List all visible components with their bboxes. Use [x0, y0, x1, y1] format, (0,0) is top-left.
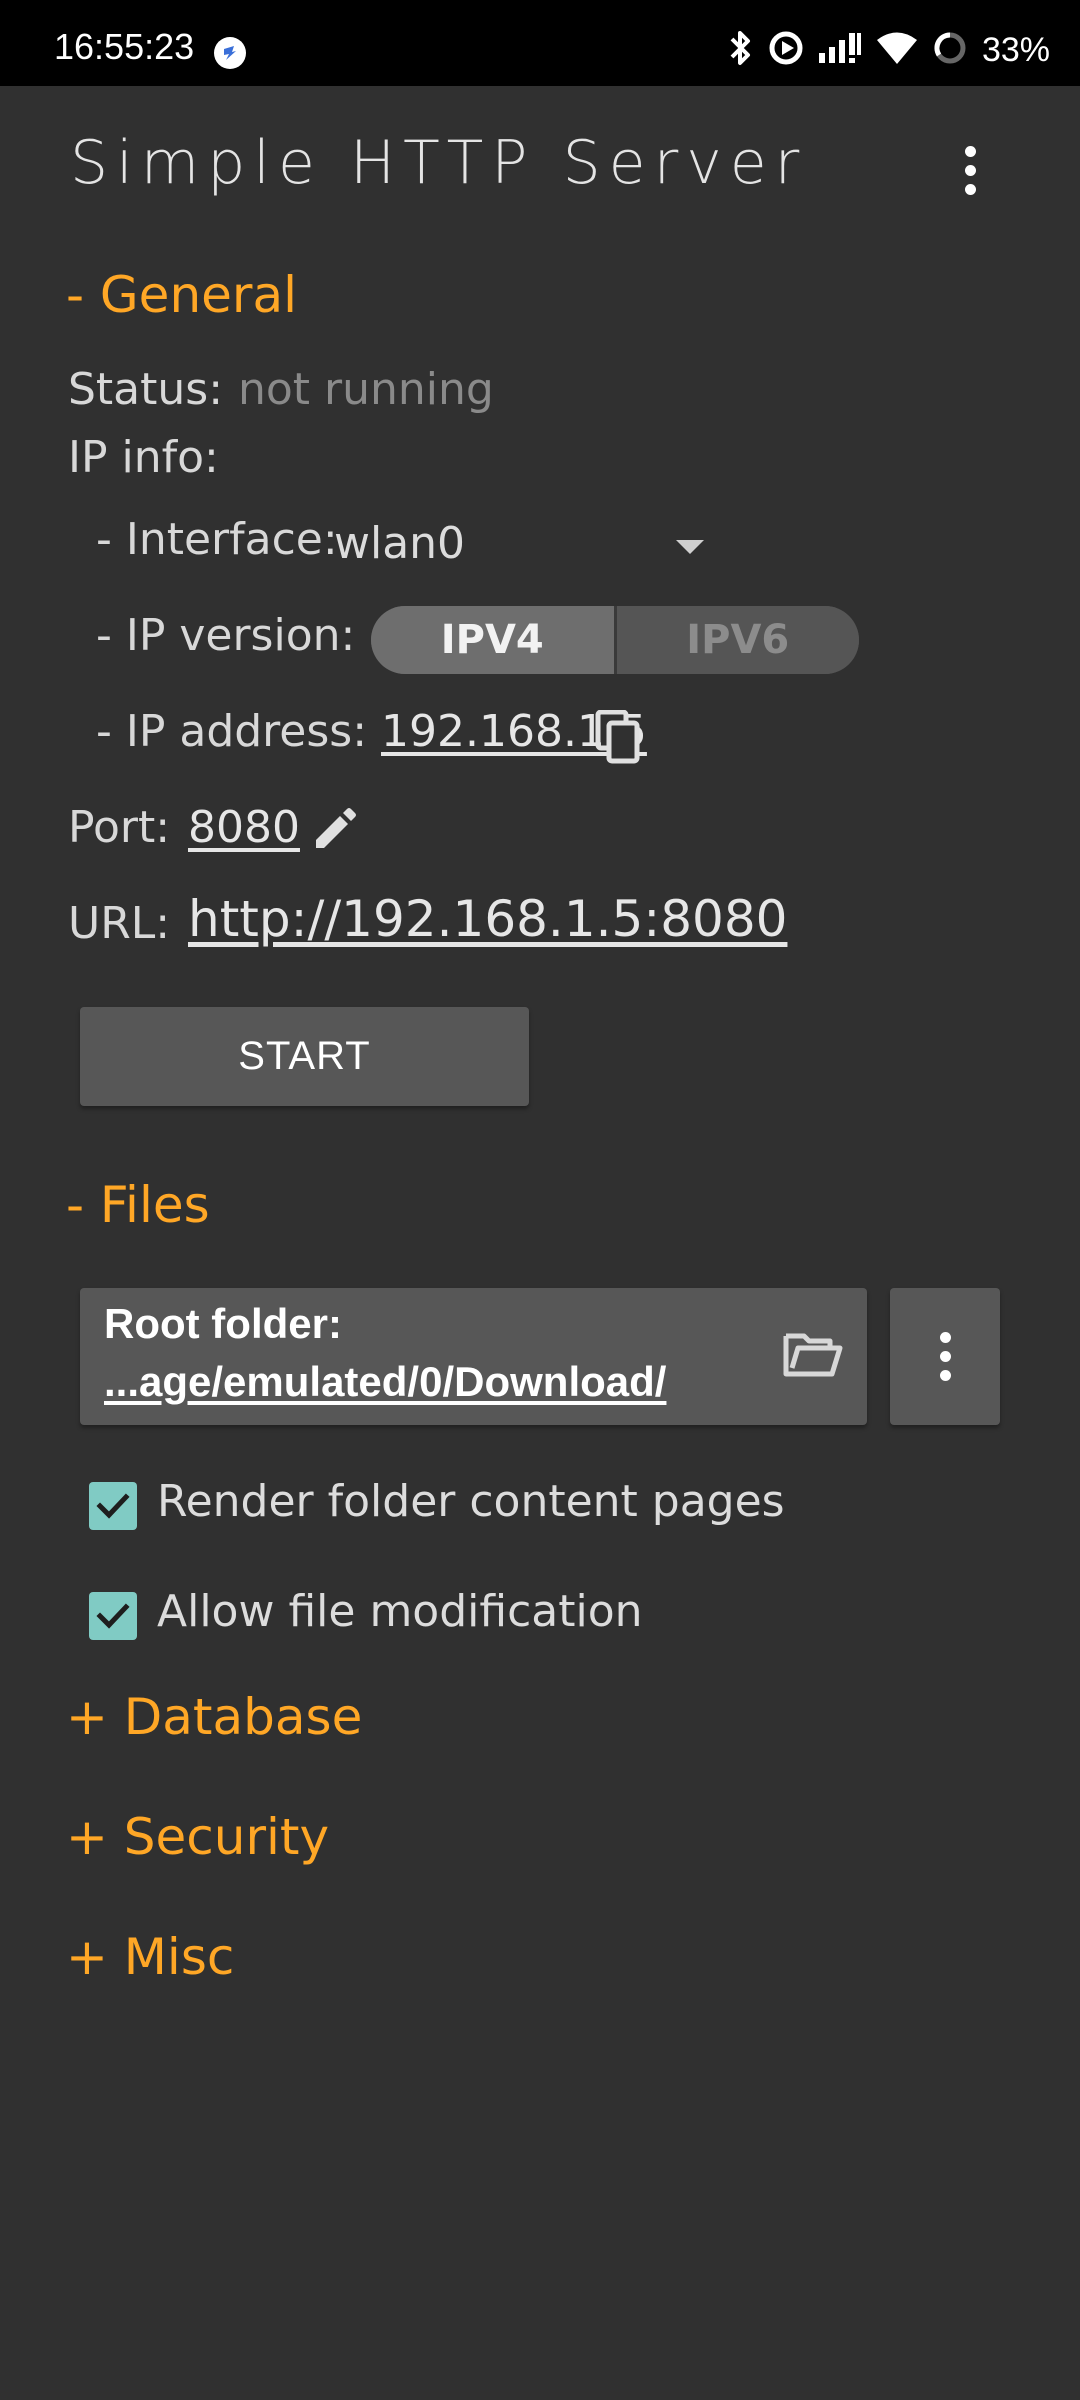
- ipv4-button[interactable]: IPV4: [371, 606, 614, 674]
- signal-icon: [818, 31, 862, 69]
- allow-modification-checkbox[interactable]: [89, 1592, 137, 1640]
- more-vert-dot: [964, 164, 976, 176]
- port-label: Port:: [68, 802, 171, 853]
- screen: 16:55:23 33% Simple HTTP Server - Genera…: [0, 0, 1080, 2400]
- interface-value: wlan0: [334, 518, 466, 569]
- wifi-icon: [876, 31, 918, 69]
- render-folder-checkbox[interactable]: [89, 1482, 137, 1530]
- section-header-database[interactable]: + Database: [66, 1688, 362, 1746]
- section-header-misc[interactable]: + Misc: [66, 1928, 234, 1986]
- root-folder-label: Root folder:: [104, 1300, 342, 1347]
- ipv6-button[interactable]: IPV6: [616, 606, 859, 674]
- overflow-menu-button[interactable]: [944, 140, 996, 200]
- more-vert-icon: [939, 1332, 951, 1343]
- ip-version-toggle: IPV4 IPV6: [371, 606, 859, 674]
- start-button[interactable]: START: [80, 1007, 529, 1106]
- port-value[interactable]: 8080: [188, 802, 300, 853]
- status-icons: 33%: [728, 30, 1050, 70]
- dropdown-arrow-icon: [676, 540, 704, 554]
- status-value: not running: [238, 364, 494, 415]
- folder-open-icon[interactable]: [782, 1328, 844, 1384]
- app-title: Simple HTTP Server: [70, 128, 808, 198]
- allow-modification-label[interactable]: Allow file modification: [157, 1586, 643, 1637]
- root-folder-card[interactable]: Root folder: ...age/emulated/0/Download/: [80, 1288, 867, 1425]
- data-saver-icon: [768, 30, 804, 70]
- render-folder-label[interactable]: Render folder content pages: [157, 1476, 785, 1527]
- more-vert-dot: [939, 1370, 951, 1381]
- root-folder-menu-button[interactable]: [890, 1288, 1000, 1425]
- ip-info-label: IP info:: [68, 432, 219, 483]
- section-header-security[interactable]: + Security: [66, 1808, 329, 1866]
- battery-percent: 33%: [981, 30, 1050, 69]
- ip-version-label: - IP version:: [96, 610, 356, 661]
- battery-icon: [932, 30, 968, 70]
- notification-app-icon: [214, 37, 246, 69]
- url-label: URL:: [68, 898, 171, 949]
- more-vert-icon: [964, 145, 976, 157]
- ip-address-label: - IP address:: [96, 706, 368, 757]
- section-header-files[interactable]: - Files: [66, 1176, 210, 1234]
- interface-dropdown[interactable]: wlan0: [330, 510, 710, 580]
- section-header-general[interactable]: - General: [66, 266, 297, 324]
- root-folder-path[interactable]: ...age/emulated/0/Download/: [104, 1358, 666, 1406]
- bluetooth-icon: [728, 29, 754, 71]
- edit-icon[interactable]: [312, 806, 358, 856]
- more-vert-dot: [964, 183, 976, 195]
- status-label: Status:: [68, 364, 224, 415]
- status-bar: 16:55:23 33%: [0, 0, 1080, 86]
- url-value[interactable]: http://192.168.1.5:8080: [188, 890, 787, 948]
- interface-label: - Interface:: [96, 514, 338, 565]
- more-vert-dot: [939, 1351, 951, 1362]
- status-time: 16:55:23: [54, 26, 195, 67]
- copy-icon[interactable]: [594, 709, 642, 768]
